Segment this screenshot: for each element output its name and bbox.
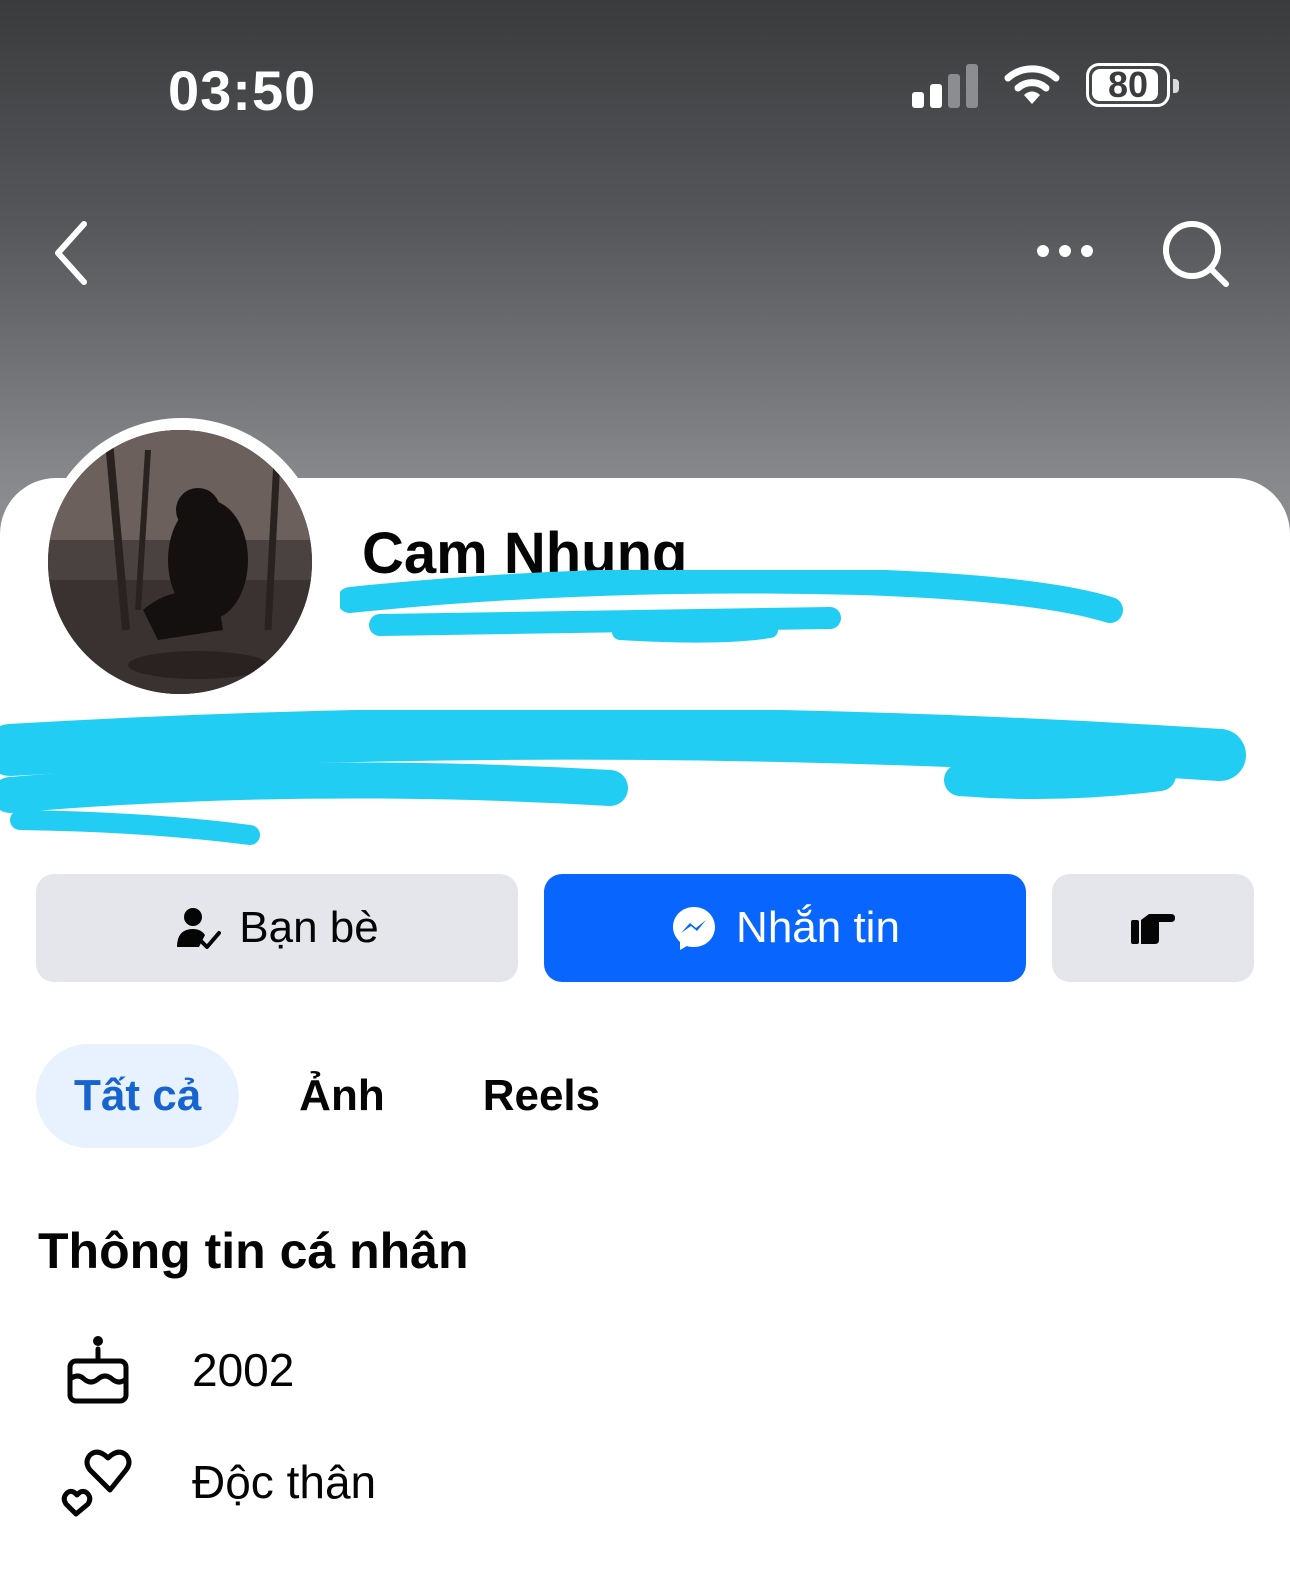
back-chevron-icon[interactable]: [48, 218, 98, 288]
friend-check-icon: [177, 908, 222, 949]
info-row-birthday: 2002: [58, 1330, 294, 1410]
profile-name: Cam Nhung: [362, 521, 688, 586]
friends-button[interactable]: Bạn bè: [36, 874, 518, 982]
relationship-hearts-icon: [61, 1449, 132, 1517]
battery-level: 80: [1107, 64, 1149, 105]
profile-tabs: Tất cả Ảnh Reels: [36, 1044, 660, 1148]
poke-hand-icon: [1131, 914, 1175, 944]
status-time: 03:50: [168, 59, 317, 122]
cellular-signal-icon: [912, 62, 978, 108]
search-icon[interactable]: [1160, 218, 1232, 290]
messenger-icon: [673, 907, 716, 950]
message-button[interactable]: Nhắn tin: [544, 874, 1026, 982]
poke-button[interactable]: [1052, 874, 1254, 982]
wifi-icon: [1004, 65, 1060, 104]
avatar-photo: [48, 430, 312, 694]
avatar[interactable]: [48, 430, 312, 694]
personal-info-title: Thông tin cá nhân: [38, 1223, 469, 1279]
tab-reels[interactable]: Reels: [445, 1044, 638, 1148]
relationship-status: Độc thân: [192, 1456, 377, 1508]
tab-photos[interactable]: Ảnh: [261, 1044, 423, 1148]
status-icons: 80: [912, 62, 1179, 108]
birth-year: 2002: [192, 1344, 295, 1396]
birthday-cake-icon: [67, 1336, 129, 1404]
tab-all[interactable]: Tất cả: [36, 1044, 240, 1148]
friends-button-label: Bạn bè: [239, 903, 379, 952]
info-row-relationship: Độc thân: [58, 1442, 376, 1522]
battery-icon: 80: [1086, 63, 1179, 107]
more-dots-icon[interactable]: [1035, 236, 1095, 266]
message-button-label: Nhắn tin: [736, 903, 900, 952]
